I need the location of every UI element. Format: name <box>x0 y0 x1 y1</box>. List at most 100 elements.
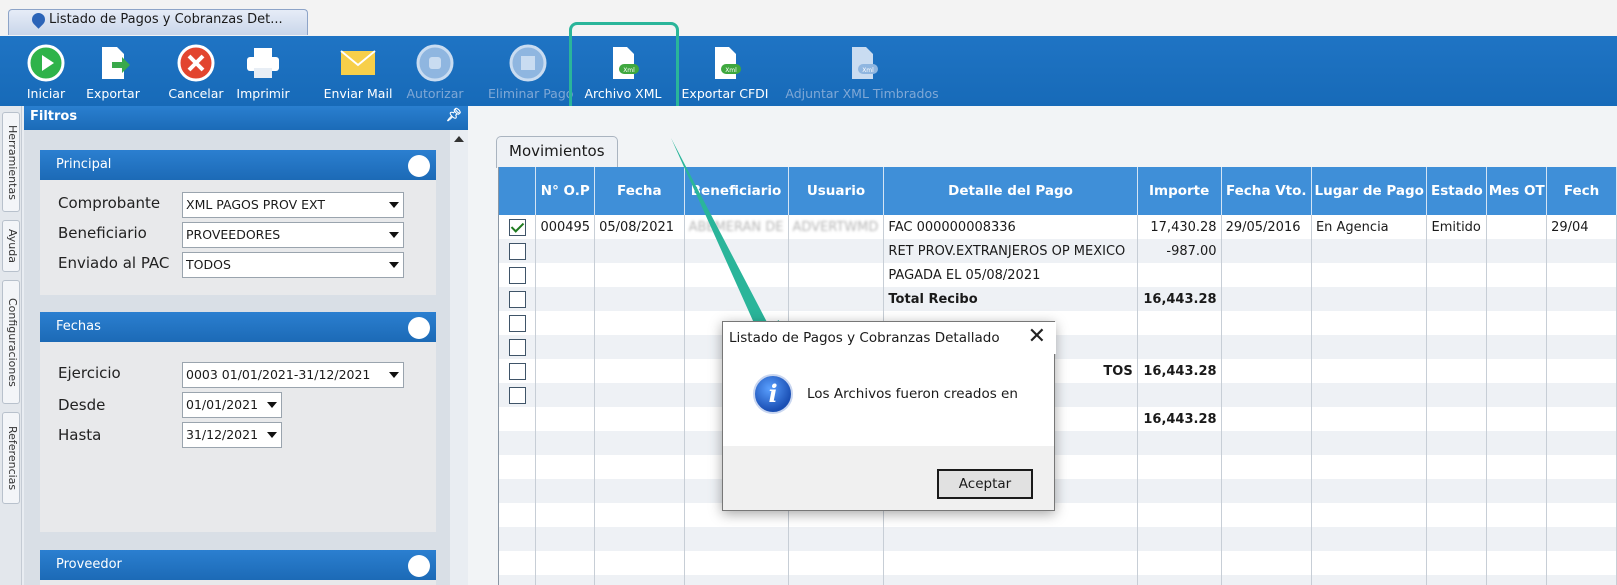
table-cell <box>1311 455 1428 479</box>
ejercicio-value: 0003 01/01/2021-31/12/2021 <box>186 367 371 382</box>
cancelar-button[interactable]: Cancelar <box>164 36 228 106</box>
authorize-icon <box>416 44 454 82</box>
column-header[interactable]: Usuario <box>788 167 885 215</box>
table-row[interactable] <box>499 551 1617 575</box>
row-checkbox[interactable] <box>508 314 526 332</box>
table-cell <box>788 551 885 575</box>
column-header[interactable]: Mes OT <box>1486 167 1548 215</box>
desde-date-field[interactable]: 01/01/2021 <box>182 392 282 418</box>
document-tab[interactable]: Listado de Pagos y Cobranzas Det... <box>8 9 308 35</box>
table-cell <box>535 383 596 407</box>
comprobante-select[interactable]: XML PAGOS PROV EXT <box>182 192 404 218</box>
exportar-cfdi-button[interactable]: Xml Exportar CFDI <box>678 36 772 106</box>
row-select-cell <box>499 383 537 407</box>
table-row[interactable] <box>499 479 1617 503</box>
table-cell <box>1221 455 1312 479</box>
table-cell <box>1486 215 1548 239</box>
filters-title: Filtros <box>30 109 78 124</box>
side-tab-ayuda[interactable]: Ayuda <box>2 220 20 272</box>
table-row[interactable] <box>499 503 1617 527</box>
principal-header[interactable]: Principal <box>40 150 436 180</box>
imprimir-button[interactable]: Imprimir <box>232 36 294 106</box>
table-cell <box>1426 575 1488 585</box>
close-icon[interactable]: ✕ <box>1028 324 1046 349</box>
column-header[interactable]: Fech <box>1546 167 1617 215</box>
table-cell <box>594 551 685 575</box>
table-cell <box>788 287 885 311</box>
table-cell <box>1546 455 1617 479</box>
ejercicio-select[interactable]: 0003 01/01/2021-31/12/2021 <box>182 362 404 388</box>
autorizar-button[interactable]: Autorizar <box>402 36 468 106</box>
exportar-button[interactable]: Exportar <box>78 36 148 106</box>
table-row[interactable]: TOS 16,443.28 <box>499 359 1617 383</box>
table-row[interactable]: PAGADA EL 05/08/2021 <box>499 263 1617 287</box>
side-tab-configuraciones[interactable]: Configuraciones <box>2 280 20 404</box>
beneficiario-select[interactable]: PROVEEDORES <box>182 222 404 248</box>
toolbar: Iniciar Exportar Cancelar Imprimir Envia… <box>0 36 1617 106</box>
principal-title: Principal <box>56 157 112 172</box>
table-row[interactable] <box>499 527 1617 551</box>
row-checkbox[interactable] <box>508 266 526 284</box>
table-row[interactable]: 16,443.28 <box>499 407 1617 431</box>
table-row[interactable] <box>499 383 1617 407</box>
aceptar-button[interactable]: Aceptar <box>937 469 1033 499</box>
tab-movimientos[interactable]: Movimientos <box>496 136 618 168</box>
row-checkbox[interactable] <box>508 242 526 260</box>
side-tab-referencias[interactable]: Referencias <box>2 412 20 504</box>
table-row[interactable]: 000495 05/08/2021 ABEMERAN DE ADVERTWMD FAC … <box>499 215 1617 239</box>
table-row[interactable] <box>499 455 1617 479</box>
adjuntar-xml-timbrados-button[interactable]: Xml Adjuntar XML Timbrados <box>782 36 942 106</box>
proveedor-header[interactable]: Proveedor <box>40 550 436 580</box>
table-cell <box>1221 383 1312 407</box>
column-header[interactable]: Estado <box>1426 167 1488 215</box>
hasta-label: Hasta <box>58 426 102 444</box>
row-checkbox[interactable] <box>508 338 526 356</box>
row-checkbox[interactable] <box>508 386 526 404</box>
table-cell: 16,443.28 <box>1137 407 1222 431</box>
fechas-header[interactable]: Fechas <box>40 312 436 342</box>
table-cell <box>594 455 685 479</box>
table-cell <box>1221 263 1312 287</box>
table-row[interactable]: RET PROV.EXTRANJEROS OP MEXICO -987.00 <box>499 239 1617 263</box>
row-checkbox[interactable] <box>508 218 526 236</box>
table-cell <box>1546 263 1617 287</box>
table-row[interactable] <box>499 335 1617 359</box>
column-header[interactable]: Lugar de Pago <box>1311 167 1428 215</box>
column-header[interactable]: Detalle del Pago <box>883 167 1138 215</box>
table-row[interactable] <box>499 431 1617 455</box>
table-cell <box>883 527 1138 551</box>
collapse-icon[interactable] <box>408 555 430 577</box>
column-header[interactable]: Fecha Vto. <box>1221 167 1312 215</box>
column-header[interactable]: N° O.P <box>535 167 596 215</box>
scroll-up-icon[interactable] <box>454 136 464 142</box>
column-header[interactable]: Importe <box>1137 167 1222 215</box>
side-tab-herramientas[interactable]: Herramientas <box>2 112 20 212</box>
collapse-icon[interactable] <box>408 317 430 339</box>
table-cell <box>1137 575 1222 585</box>
row-checkbox[interactable] <box>508 362 526 380</box>
enviar-mail-button[interactable]: Enviar Mail <box>318 36 398 106</box>
column-header[interactable]: Fecha <box>594 167 685 215</box>
filters-scrollbar[interactable] <box>450 130 468 585</box>
row-select-cell <box>499 407 537 431</box>
pin-icon[interactable]: 📌︎ <box>445 108 462 123</box>
table-row[interactable]: Total Recibo 16,443.28 <box>499 287 1617 311</box>
table-cell <box>594 311 685 335</box>
table-cell: FAC 000000008336 <box>883 215 1138 239</box>
enviado-pac-select[interactable]: TODOS <box>182 252 404 278</box>
table-cell <box>1426 527 1488 551</box>
collapse-icon[interactable] <box>408 155 430 177</box>
document-tab-title: Listado de Pagos y Cobranzas Det... <box>49 12 283 27</box>
beneficiario-label: Beneficiario <box>58 224 147 242</box>
hasta-date-field[interactable]: 31/12/2021 <box>182 422 282 448</box>
column-header[interactable]: Beneficiario <box>684 167 789 215</box>
table-row[interactable] <box>499 575 1617 585</box>
table-row[interactable] <box>499 311 1617 335</box>
table-cell <box>1221 335 1312 359</box>
table-cell <box>1137 383 1222 407</box>
table-cell <box>788 263 885 287</box>
row-checkbox[interactable] <box>508 290 526 308</box>
eliminar-pago-button[interactable]: Eliminar Pago <box>488 36 573 106</box>
iniciar-button[interactable]: Iniciar <box>22 36 70 106</box>
row-select-cell <box>499 575 537 585</box>
